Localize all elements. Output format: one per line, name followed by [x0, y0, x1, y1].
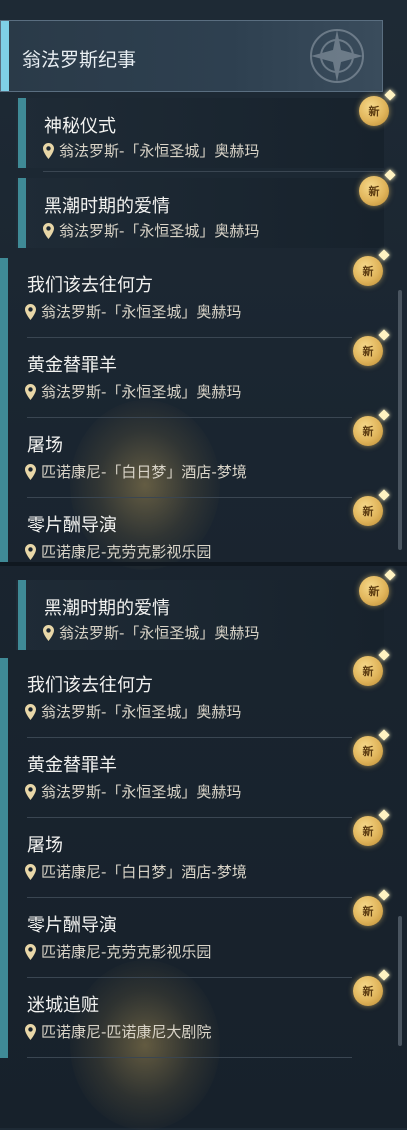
quest-title: 零片酬导演 — [27, 515, 117, 536]
quest-location: 匹诺康尼-克劳克影视乐园 — [25, 541, 211, 562]
item-accent-bar — [18, 580, 26, 650]
header-accent-bar — [1, 21, 9, 91]
quest-location: 翁法罗斯-「永恒圣城」奥赫玛 — [25, 701, 241, 722]
location-text: 翁法罗斯-「永恒圣城」奥赫玛 — [59, 222, 260, 240]
quest-location: 翁法罗斯-「永恒圣城」奥赫玛 — [43, 220, 259, 241]
new-badge: 新 — [353, 736, 383, 766]
list-item[interactable]: 零片酬导演 匹诺康尼-克劳克影视乐园 — [0, 498, 380, 562]
quest-location: 匹诺康尼-「白日梦」酒店-梦境 — [25, 461, 247, 482]
quest-location: 翁法罗斯-「永恒圣城」奥赫玛 — [43, 140, 259, 161]
new-badge: 新 — [353, 496, 383, 526]
item-accent-bar — [18, 178, 26, 248]
location-text: 匹诺康尼-克劳克影视乐园 — [41, 543, 212, 561]
quest-location: 匹诺康尼-克劳克影视乐园 — [25, 941, 211, 962]
list-item[interactable]: 黄金替罪羊 翁法罗斯-「永恒圣城」奥赫玛 — [0, 738, 380, 818]
location-pin-icon — [43, 142, 54, 159]
quest-title: 黄金替罪羊 — [27, 755, 117, 776]
item-accent-bar — [0, 338, 8, 418]
new-badge: 新 — [359, 96, 389, 126]
new-badge: 新 — [359, 176, 389, 206]
list-item[interactable]: 神秘仪式 翁法罗斯-「永恒圣城」奥赫玛 — [16, 98, 384, 172]
list-item[interactable]: 屠场 匹诺康尼-「白日梦」酒店-梦境 — [0, 818, 380, 898]
location-pin-icon — [25, 543, 36, 560]
list-item[interactable]: 零片酬导演 匹诺康尼-克劳克影视乐园 — [0, 898, 380, 978]
quest-location: 翁法罗斯-「永恒圣城」奥赫玛 — [25, 381, 241, 402]
new-badge: 新 — [353, 896, 383, 926]
new-badge: 新 — [353, 336, 383, 366]
new-badge: 新 — [353, 976, 383, 1006]
quest-title: 迷城追赃 — [27, 995, 99, 1016]
item-accent-bar — [0, 658, 8, 738]
divider — [27, 1057, 352, 1058]
location-pin-icon — [25, 943, 36, 960]
quest-title: 我们该去往何方 — [27, 675, 153, 696]
quest-title: 神秘仪式 — [44, 116, 116, 137]
new-badge: 新 — [353, 656, 383, 686]
location-pin-icon — [25, 783, 36, 800]
list-item[interactable]: 迷城追赃 匹诺康尼-匹诺康尼大剧院 — [0, 978, 380, 1058]
location-text: 匹诺康尼-匹诺康尼大剧院 — [41, 1023, 212, 1041]
location-text: 匹诺康尼-「白日梦」酒店-梦境 — [41, 863, 247, 881]
quest-location: 翁法罗斯-「永恒圣城」奥赫玛 — [25, 781, 241, 802]
location-pin-icon — [43, 624, 54, 641]
location-pin-icon — [25, 463, 36, 480]
scrollbar[interactable] — [398, 290, 402, 550]
new-badge: 新 — [353, 816, 383, 846]
location-text: 翁法罗斯-「永恒圣城」奥赫玛 — [41, 383, 242, 401]
quest-title: 我们该去往何方 — [27, 275, 153, 296]
item-accent-bar — [0, 738, 8, 818]
quest-title: 黑潮时期的爱情 — [44, 598, 170, 619]
quest-title: 黄金替罪羊 — [27, 355, 117, 376]
list-item[interactable]: 我们该去往何方 翁法罗斯-「永恒圣城」奥赫玛 — [0, 258, 380, 338]
location-text: 匹诺康尼-克劳克影视乐园 — [41, 943, 212, 961]
quest-list-bottom: 黑潮时期的爱情 翁法罗斯-「永恒圣城」奥赫玛 新 我们该去往何方 翁法罗斯-「永… — [0, 566, 407, 1128]
location-text: 翁法罗斯-「永恒圣城」奥赫玛 — [41, 703, 242, 721]
new-badge: 新 — [353, 416, 383, 446]
location-pin-icon — [25, 1023, 36, 1040]
item-accent-bar — [0, 418, 8, 498]
item-accent-bar — [0, 898, 8, 978]
list-item[interactable]: 我们该去往何方 翁法罗斯-「永恒圣城」奥赫玛 — [0, 658, 380, 738]
location-text: 翁法罗斯-「永恒圣城」奥赫玛 — [41, 783, 242, 801]
location-text: 翁法罗斯-「永恒圣城」奥赫玛 — [59, 624, 260, 642]
quest-title: 零片酬导演 — [27, 915, 117, 936]
quest-location: 匹诺康尼-匹诺康尼大剧院 — [25, 1021, 211, 1042]
divider — [43, 171, 384, 172]
location-text: 匹诺康尼-「白日梦」酒店-梦境 — [41, 463, 247, 481]
new-badge: 新 — [353, 256, 383, 286]
list-item[interactable]: 黑潮时期的爱情 翁法罗斯-「永恒圣城」奥赫玛 — [16, 580, 384, 650]
list-item[interactable]: 屠场 匹诺康尼-「白日梦」酒店-梦境 — [0, 418, 380, 498]
item-accent-bar — [0, 978, 8, 1058]
emblem-icon — [310, 29, 364, 83]
location-pin-icon — [25, 303, 36, 320]
location-pin-icon — [25, 383, 36, 400]
quest-title: 屠场 — [27, 435, 63, 456]
location-pin-icon — [43, 222, 54, 239]
chapter-title: 翁法罗斯纪事 — [22, 49, 137, 71]
quest-title: 屠场 — [27, 835, 63, 856]
location-text: 翁法罗斯-「永恒圣城」奥赫玛 — [59, 142, 260, 160]
quest-location: 匹诺康尼-「白日梦」酒店-梦境 — [25, 861, 247, 882]
list-item[interactable]: 黑潮时期的爱情 翁法罗斯-「永恒圣城」奥赫玛 — [16, 178, 384, 248]
location-pin-icon — [25, 703, 36, 720]
item-accent-bar — [0, 818, 8, 898]
location-text: 翁法罗斯-「永恒圣城」奥赫玛 — [41, 303, 242, 321]
scrollbar[interactable] — [398, 916, 402, 1046]
quest-title: 黑潮时期的爱情 — [44, 196, 170, 217]
quest-list-top: 翁法罗斯纪事 神秘仪式 翁法罗斯-「永恒圣城」奥赫玛 新 黑潮时期的爱情 翁法罗… — [0, 0, 407, 562]
location-pin-icon — [25, 863, 36, 880]
new-badge: 新 — [359, 576, 389, 606]
quest-location: 翁法罗斯-「永恒圣城」奥赫玛 — [43, 622, 259, 643]
list-item[interactable]: 黄金替罪羊 翁法罗斯-「永恒圣城」奥赫玛 — [0, 338, 380, 418]
quest-location: 翁法罗斯-「永恒圣城」奥赫玛 — [25, 301, 241, 322]
item-accent-bar — [18, 98, 26, 168]
item-accent-bar — [0, 258, 8, 338]
chapter-header[interactable]: 翁法罗斯纪事 — [0, 20, 383, 92]
item-accent-bar — [0, 498, 8, 562]
